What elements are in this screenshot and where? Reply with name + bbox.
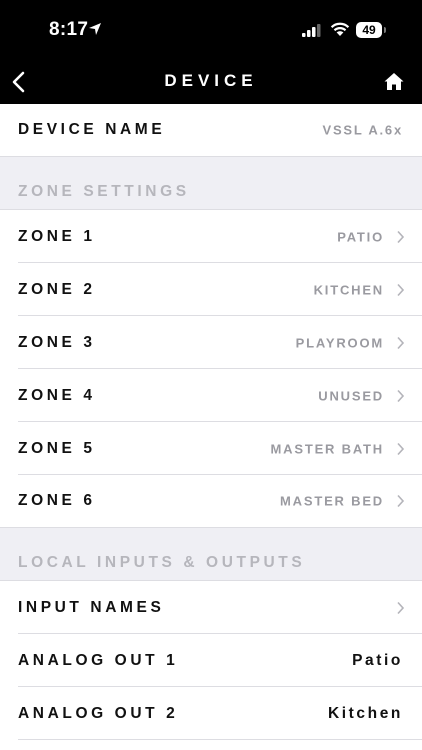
section-title: ZONE SETTINGS [18,183,190,200]
zone-value: PATIO [337,229,384,244]
analog-out-value: Patio [352,651,403,669]
zone-row-3[interactable]: ZONE 3 PLAYROOM [0,316,422,369]
status-time: 8:17 [49,19,89,40]
wifi-icon [330,22,350,36]
device-name-value: VSSL A.6x [322,122,403,138]
zone-row-6[interactable]: ZONE 6 MASTER BED [0,475,422,528]
page-title: DEVICE [164,71,258,90]
zone-label: ZONE 3 [18,333,96,351]
status-bar: 8:17 49 [0,0,422,60]
zone-row-1[interactable]: ZONE 1 PATIO [0,210,422,263]
zone-row-5[interactable]: ZONE 5 MASTER BATH [0,422,422,475]
chevron-right-icon [397,336,405,349]
zone-value: MASTER BATH [270,441,384,456]
zone-label: ZONE 1 [18,227,96,245]
section-header-local-io: LOCAL INPUTS & OUTPUTS [0,528,422,581]
zone-value: MASTER BED [280,493,384,509]
cellular-signal-icon [302,24,321,37]
analog-out-1-row[interactable]: ANALOG OUT 1 Patio [0,634,422,687]
battery-level: 49 [362,23,376,37]
input-names-label: INPUT NAMES [18,598,165,616]
zone-row-2[interactable]: ZONE 2 KITCHEN [0,263,422,316]
device-name-row[interactable]: DEVICE NAME VSSL A.6x [0,104,422,157]
chevron-right-icon [397,283,405,296]
chevron-right-icon [397,601,405,614]
settings-list: DEVICE NAME VSSL A.6x ZONE SETTINGS ZONE… [0,104,422,740]
chevron-right-icon [397,494,405,508]
zone-label: ZONE 4 [18,386,96,404]
chevron-right-icon [397,389,405,402]
zone-value: PLAYROOM [295,335,384,350]
nav-bar: DEVICE [0,60,422,104]
zone-label: ZONE 5 [18,439,96,457]
chevron-right-icon [397,230,405,243]
zone-label: ZONE 6 [18,492,96,509]
home-icon[interactable] [382,70,406,94]
analog-out-2-row[interactable]: ANALOG OUT 2 Kitchen [0,687,422,740]
section-header-zone-settings: ZONE SETTINGS [0,157,422,210]
zone-value: KITCHEN [313,282,384,297]
zone-value: UNUSED [318,388,384,403]
section-title: LOCAL INPUTS & OUTPUTS [18,554,306,571]
input-names-row[interactable]: INPUT NAMES [0,581,422,634]
analog-out-value: Kitchen [327,704,403,722]
zone-row-4[interactable]: ZONE 4 UNUSED [0,369,422,422]
battery-tip [384,27,386,33]
location-arrow-icon [89,23,101,35]
analog-out-label: ANALOG OUT 2 [18,704,179,722]
chevron-right-icon [397,442,405,455]
zone-label: ZONE 2 [18,280,96,298]
battery-icon: 49 [356,22,382,38]
device-name-label: DEVICE NAME [18,121,166,138]
analog-out-label: ANALOG OUT 1 [18,651,179,669]
